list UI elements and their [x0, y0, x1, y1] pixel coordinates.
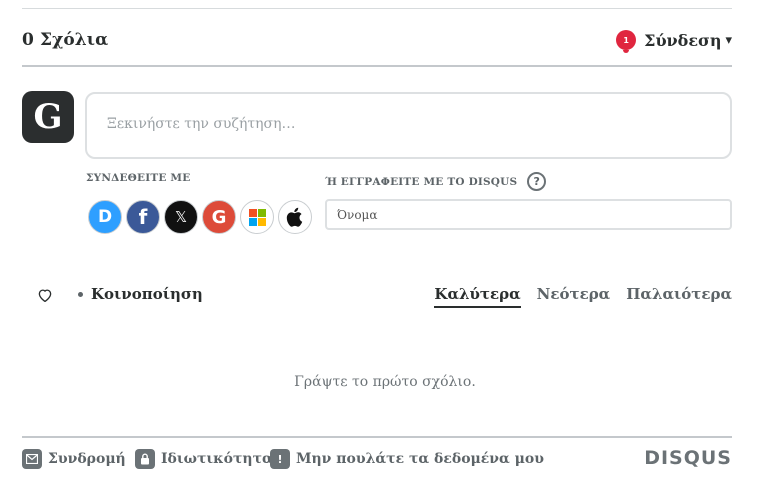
comment-count: 0 Σχόλια — [22, 30, 109, 50]
comment-actions-bar: Κοινοποίηση Καλύτερα Νεότερα Παλαιότερα — [22, 282, 732, 312]
bullet-icon — [78, 291, 83, 297]
avatar: G — [22, 91, 74, 143]
social-login-list: D f 𝕏 G — [88, 200, 316, 234]
microsoft-login-icon[interactable] — [240, 200, 274, 234]
login-menu[interactable]: 1 Σύνδεση ▾ — [616, 30, 732, 53]
do-not-sell-label[interactable]: Μην πουλάτε τα δεδομένα μου — [296, 451, 544, 467]
privacy-label[interactable]: Ιδιωτικότητα — [161, 451, 273, 467]
sort-tab-newest[interactable]: Νεότερα — [537, 285, 611, 308]
share-button[interactable]: Κοινοποίηση — [78, 285, 203, 303]
subscribe-link[interactable]: Συνδρομή — [22, 449, 126, 469]
chevron-down-icon[interactable]: ▾ — [725, 33, 732, 48]
comment-compose-box[interactable]: Ξεκινήστε την συζήτηση… — [85, 92, 732, 159]
header-divider — [22, 65, 732, 67]
do-not-sell-link[interactable]: ! Μην πουλάτε τα δεδομένα μου — [270, 449, 544, 469]
empty-state-message: Γράψτε το πρώτο σχόλιο. — [294, 374, 476, 390]
mail-icon — [22, 449, 42, 469]
signup-disqus-text: Ή ΕΓΓΡΑΦΕΙΤΕ ΜΕ ΤΟ DISQUS — [325, 175, 518, 188]
compose-placeholder[interactable]: Ξεκινήστε την συζήτηση… — [107, 116, 295, 132]
share-label[interactable]: Κοινοποίηση — [91, 285, 203, 303]
lock-icon — [135, 449, 155, 469]
help-icon[interactable]: ? — [527, 172, 547, 191]
top-divider — [22, 8, 732, 9]
signup-disqus-label: Ή ΕΓΓΡΑΦΕΙΤΕ ΜΕ ΤΟ DISQUS ? — [325, 172, 547, 191]
sort-tabs: Καλύτερα Νεότερα Παλαιότερα — [418, 285, 732, 308]
apple-login-icon[interactable] — [278, 200, 312, 234]
disqus-login-icon[interactable]: D — [88, 200, 122, 234]
connect-with-label: ΣΥΝΔΕΘΕΙΤΕ ΜΕ — [86, 172, 191, 184]
comments-header: 0 Σχόλια 1 Σύνδεση ▾ — [22, 26, 732, 66]
footer: Συνδρομή Ιδιωτικότητα ! Μην πουλάτε τα δ… — [22, 447, 732, 471]
google-login-icon[interactable]: G — [202, 200, 236, 234]
sort-tab-oldest[interactable]: Παλαιότερα — [626, 285, 732, 308]
login-label[interactable]: Σύνδεση — [644, 31, 721, 50]
privacy-link[interactable]: Ιδιωτικότητα — [135, 449, 273, 469]
subscribe-label[interactable]: Συνδρομή — [48, 451, 126, 467]
name-field[interactable] — [325, 199, 732, 230]
heart-icon[interactable] — [36, 286, 54, 304]
footer-divider — [22, 436, 732, 438]
facebook-login-icon[interactable]: f — [126, 200, 160, 234]
disqus-logo[interactable]: DISQUS — [644, 447, 732, 469]
x-login-icon[interactable]: 𝕏 — [164, 200, 198, 234]
warning-icon: ! — [270, 449, 290, 469]
notification-badge-icon[interactable]: 1 — [616, 30, 637, 53]
sort-tab-best[interactable]: Καλύτερα — [434, 285, 521, 308]
